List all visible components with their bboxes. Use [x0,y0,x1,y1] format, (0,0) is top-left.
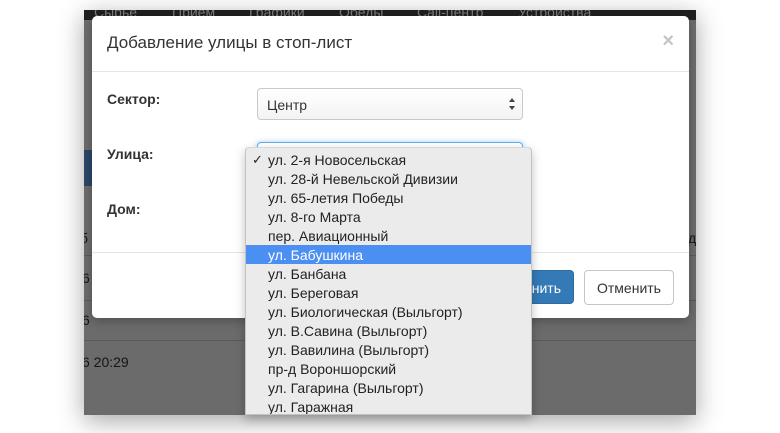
modal-header: Добавление улицы в стоп-лист × [92,16,689,72]
bg-cell: 6 [84,312,90,328]
dropdown-option-label: ул. 8-го Марта [268,209,361,225]
dropdown-option[interactable]: ул. Банбана [246,264,531,283]
dropdown-option-label: ул. 2-я Новосельская [268,152,407,168]
dropdown-option[interactable]: ул. Биологическая (Выльгорт) [246,302,531,321]
dropdown-option-label: ул. Биологическая (Выльгорт) [268,304,463,320]
house-label: Дом: [107,201,141,217]
dropdown-option[interactable]: ул. 65-летия Победы [246,188,531,207]
close-icon[interactable]: × [662,30,674,53]
dropdown-option[interactable]: пер. Авиационный [246,226,531,245]
cancel-button[interactable]: Отменить [584,270,674,305]
dropdown-option[interactable]: пр-д Вороншорский [246,359,531,378]
bg-table-header: д [688,230,696,246]
sector-label: Сектор: [107,91,161,107]
dropdown-option[interactable]: ул. Гагарина (Выльгорт) [246,378,531,397]
dropdown-option[interactable]: ул. Береговая [246,283,531,302]
sector-select[interactable]: Центр [257,88,523,120]
dropdown-option-label: ул. 65-летия Победы [268,190,404,206]
dropdown-option-label: ул. Береговая [268,285,359,301]
street-label: Улица: [107,146,154,162]
dropdown-option-label: ул. В.Савина (Выльгорт) [268,323,428,339]
dropdown-option-label: пр-д Вороншорский [268,361,397,377]
bg-table-header: б [84,230,89,246]
dropdown-option[interactable]: ул. В.Савина (Выльгорт) [246,321,531,340]
sector-select-value: Центр [267,97,308,113]
dropdown-option-label: ул. Бабушкина [268,247,364,263]
dropdown-option[interactable]: ул. 28-й Невельской Дивизии [246,169,531,188]
dropdown-option-label: ул. Гаражная [268,399,354,415]
dropdown-option-label: ул. 28-й Невельской Дивизии [268,171,458,187]
dropdown-option[interactable]: ✓ ул. 2-я Новосельская [246,150,531,169]
dropdown-option-label: пер. Авиационный [268,228,389,244]
dropdown-option-label: ул. Вавилина (Выльгорт) [268,342,430,358]
checkmark-icon: ✓ [252,152,263,167]
dropdown-option-label: ул. Банбана [268,266,347,282]
dropdown-option[interactable]: ул. 8-го Марта [246,207,531,226]
dropdown-option[interactable]: ул. Гаражная [246,397,531,415]
bg-cell: 6 20:29 [84,354,129,370]
dropdown-option[interactable]: ул. Вавилина (Выльгорт) [246,340,531,359]
street-dropdown-list[interactable]: ✓ ул. 2-я Новосельская ул. 28-й Невельской… [245,147,532,415]
save-button-label: нить [531,280,561,296]
select-arrows-icon [509,98,515,110]
dropdown-option[interactable]: ул. Бабушкина [246,245,531,264]
bg-cell: 6 [84,270,90,286]
modal-title: Добавление улицы в стоп-лист [107,33,353,52]
dropdown-option-label: ул. Гагарина (Выльгорт) [268,380,424,396]
